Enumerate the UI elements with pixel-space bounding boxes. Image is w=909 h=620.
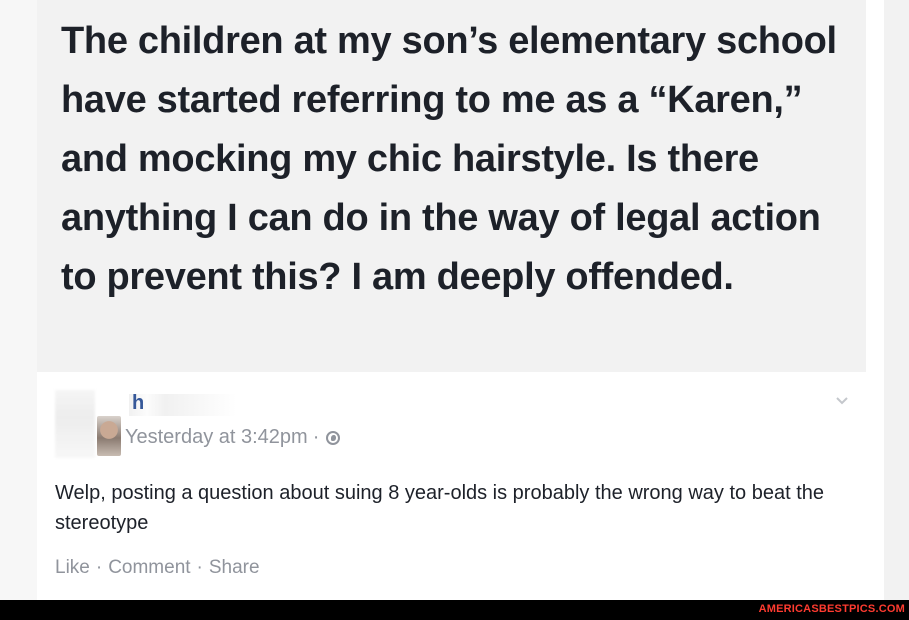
avatar[interactable] [97, 416, 121, 456]
blurred-avatar-area [55, 390, 95, 458]
comment-actions: Like · Comment · Share [55, 557, 260, 579]
share-link[interactable]: Share [209, 557, 260, 579]
quote-box: The children at my son’s elementary scho… [37, 0, 866, 372]
timestamp[interactable]: Yesterday at 3:42pm [125, 426, 308, 449]
timestamp-separator: · [312, 426, 320, 448]
action-separator: · [95, 557, 103, 578]
action-separator: · [196, 557, 203, 578]
globe-icon[interactable] [326, 430, 341, 445]
comment: h Yesterday at 3:42pm · Welp, posting a … [37, 372, 884, 600]
watermark: AMERICASBESTPICS.COM [758, 603, 905, 615]
quote-text: The children at my son’s elementary scho… [61, 20, 837, 298]
footer-bar: AMERICASBESTPICS.COM [0, 600, 909, 620]
right-gutter [884, 0, 909, 600]
author-name[interactable]: h [132, 392, 144, 415]
comment-link[interactable]: Comment [108, 557, 190, 579]
page: The children at my son’s elementary scho… [0, 0, 909, 620]
post-card: The children at my son’s elementary scho… [37, 0, 884, 600]
left-gutter [0, 0, 37, 600]
like-link[interactable]: Like [55, 557, 90, 579]
comment-body: Welp, posting a question about suing 8 y… [55, 482, 824, 534]
chevron-down-icon[interactable] [835, 394, 849, 408]
blurred-author-name [129, 394, 309, 416]
timestamp-row: Yesterday at 3:42pm · [125, 426, 341, 449]
